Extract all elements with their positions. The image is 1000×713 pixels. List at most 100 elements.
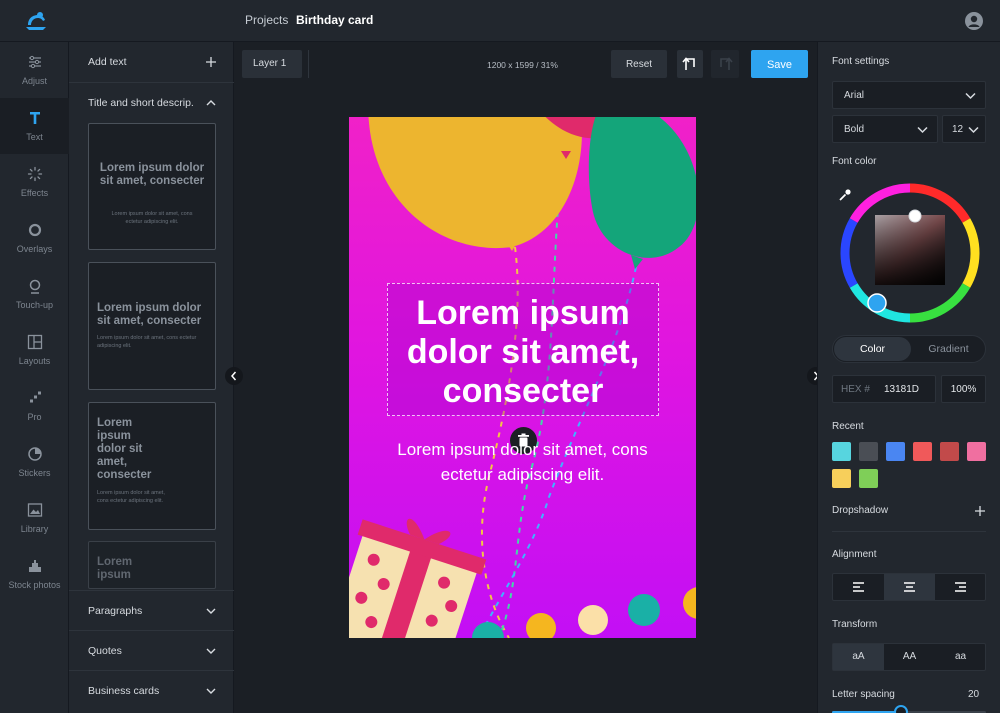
transform-mixed-button[interactable]: aA	[833, 644, 884, 670]
recent-color-swatch[interactable]	[940, 442, 959, 461]
font-color-label: Font color	[832, 156, 877, 167]
letter-spacing-value: 20	[968, 689, 980, 700]
user-avatar-icon[interactable]	[965, 12, 983, 30]
nav-pro[interactable]: Pro	[0, 378, 69, 434]
nav-label: Stock photos	[8, 580, 61, 590]
font-weight-select[interactable]: Bold	[832, 115, 938, 143]
nav-stock-photos[interactable]: Stock photos	[0, 546, 69, 602]
transform-option: AA	[902, 651, 917, 662]
font-size-select[interactable]: 12	[942, 115, 986, 143]
save-button[interactable]: Save	[751, 50, 808, 78]
nav-text[interactable]: Text	[0, 98, 69, 154]
transform-control[interactable]: aA AA aa	[832, 643, 986, 671]
text-template-4[interactable]: Lorem ipsum	[88, 541, 216, 589]
recent-color-swatch[interactable]	[913, 442, 932, 461]
text-icon	[30, 112, 40, 124]
layer-select[interactable]: Layer 1	[242, 50, 302, 78]
breadcrumb-projects[interactable]: Projects	[245, 13, 288, 27]
template-body: Lorem ipsum dolor sit amet, cons ectetur…	[97, 335, 197, 349]
opacity-input[interactable]: 100%	[941, 375, 986, 403]
chevron-down-icon	[965, 92, 976, 100]
frog-logo-icon[interactable]	[24, 10, 48, 32]
section-label: Paragraphs	[88, 605, 143, 617]
align-right-button[interactable]	[935, 574, 986, 600]
pro-icon	[30, 391, 41, 403]
nav-label: Stickers	[18, 468, 51, 478]
text-template-3[interactable]: Lorem ipsum dolor sit amet, consecter Lo…	[88, 402, 216, 530]
section-paragraphs[interactable]: Paragraphs	[69, 590, 234, 630]
slider-knob[interactable]	[894, 705, 908, 713]
nav-label: Pro	[27, 412, 42, 422]
nav-stickers[interactable]: Stickers	[0, 434, 69, 490]
plus-icon[interactable]	[205, 56, 217, 68]
recent-color-swatch[interactable]	[967, 442, 986, 461]
nav-adjust[interactable]: Adjust	[0, 42, 69, 98]
nav-label: Text	[26, 132, 43, 142]
chevron-down-icon	[206, 648, 216, 654]
stock-icon	[29, 560, 41, 572]
text-template-1[interactable]: Lorem ipsum dolor sit amet, consecter Lo…	[88, 123, 216, 250]
alignment-control[interactable]	[832, 573, 986, 601]
section-quotes[interactable]: Quotes	[69, 630, 234, 670]
color-wheel[interactable]	[840, 183, 980, 323]
redo-icon	[720, 57, 733, 70]
recent-color-swatch[interactable]	[859, 442, 878, 461]
undo-button[interactable]	[677, 50, 703, 78]
nav-effects[interactable]: Effects	[0, 154, 69, 210]
opacity-value[interactable]: 100%	[942, 384, 985, 395]
font-size-value: 12	[952, 124, 964, 135]
transform-upper-button[interactable]: AA	[884, 644, 935, 670]
chevron-left-icon	[231, 371, 237, 381]
nav-layouts[interactable]: Layouts	[0, 322, 69, 378]
section-business-cards[interactable]: Business cards	[69, 670, 234, 710]
section-title-label: Title and short descrip.	[88, 97, 194, 109]
font-family-select[interactable]: Arial	[832, 81, 986, 109]
align-center-icon	[904, 582, 915, 592]
template-heading: Lorem ipsum dolor sit amet, consecter	[97, 302, 202, 327]
layout-icon	[27, 334, 43, 350]
template-body: Lorem ipsum dolor sit amet, cons ectetur…	[111, 211, 193, 225]
font-settings-label: Font settings	[832, 56, 890, 67]
chevron-down-icon	[968, 126, 979, 134]
nav-label: Adjust	[21, 76, 47, 86]
image-icon	[27, 503, 43, 517]
recent-color-swatch[interactable]	[832, 469, 851, 488]
letter-spacing-label: Letter spacing	[832, 689, 895, 700]
add-text-row[interactable]: Add text	[69, 42, 234, 83]
recent-color-swatch[interactable]	[886, 442, 905, 461]
nav-library[interactable]: Library	[0, 490, 69, 546]
selected-text-box[interactable]: Lorem ipsum dolor sit amet, consecter	[387, 283, 659, 416]
dropshadow-label: Dropshadow	[832, 505, 889, 516]
recent-color-swatch[interactable]	[832, 442, 851, 461]
recent-color-swatch[interactable]	[859, 469, 878, 488]
text-template-2[interactable]: Lorem ipsum dolor sit amet, consecter Lo…	[88, 262, 216, 390]
sticker-icon	[28, 447, 42, 461]
card-heading[interactable]: Lorem ipsum dolor sit amet, consecter	[388, 294, 658, 411]
reset-label: Reset	[625, 59, 653, 70]
reset-button[interactable]: Reset	[611, 50, 667, 78]
nav-touch-up[interactable]: Touch-up	[0, 266, 69, 322]
section-label: Business cards	[88, 685, 160, 697]
tab-gradient[interactable]: Gradient	[910, 343, 987, 355]
align-left-button[interactable]	[833, 574, 884, 600]
recent-label: Recent	[832, 421, 864, 432]
redo-button[interactable]	[711, 50, 739, 78]
design-canvas[interactable]: Lorem ipsum dolor sit amet, consecter Lo…	[349, 117, 696, 638]
align-center-button[interactable]	[884, 574, 935, 600]
plus-icon[interactable]	[974, 505, 986, 517]
template-heading: Lorem ipsum dolor sit amet, consecter	[99, 162, 205, 187]
section-title-row[interactable]: Title and short descrip.	[69, 83, 234, 124]
tab-color[interactable]: Color	[834, 343, 911, 355]
hex-value[interactable]: 13181D	[884, 384, 919, 395]
transform-lower-button[interactable]: aa	[935, 644, 986, 670]
collapse-left-button[interactable]	[225, 367, 243, 385]
nav-overlays[interactable]: Overlays	[0, 210, 69, 266]
layer-label: Layer 1	[253, 58, 287, 69]
card-subtext[interactable]: Lorem ipsum dolor sit amet, cons ectetur…	[369, 437, 676, 487]
hex-input[interactable]: HEX # 13181D	[832, 375, 936, 403]
nav-label: Overlays	[16, 244, 53, 254]
color-mode-toggle[interactable]: Color Gradient	[832, 335, 986, 363]
chevron-up-icon[interactable]	[205, 97, 217, 109]
canvas-dimensions: 1200 x 1599 / 31%	[487, 60, 558, 70]
font-weight-value: Bold	[844, 124, 865, 135]
